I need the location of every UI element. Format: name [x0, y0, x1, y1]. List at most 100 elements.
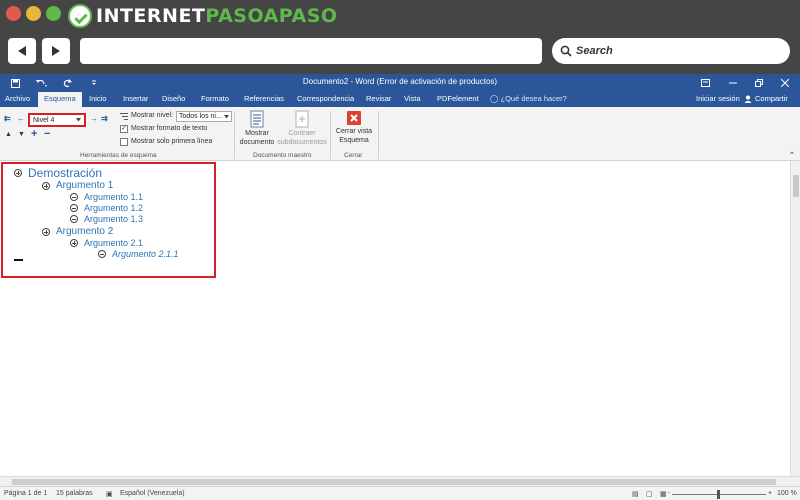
horizontal-scrollbar[interactable] [0, 476, 800, 486]
web-layout-icon[interactable]: ▦ [660, 490, 667, 498]
outline-item-text: Argumento 1.2 [84, 203, 144, 213]
vertical-scroll-thumb[interactable] [793, 175, 799, 197]
search-placeholder: Search [576, 45, 613, 57]
print-layout-icon[interactable]: ▢ [646, 490, 653, 498]
collapse-minus-icon[interactable] [70, 193, 78, 201]
restore-word-button[interactable] [750, 75, 768, 91]
ribbon-tab-bar: Archivo Esquema Inicio Insertar Diseño F… [0, 92, 800, 107]
expand-icon[interactable]: + [31, 128, 37, 140]
sign-in-link[interactable]: Iniciar sesión [696, 94, 740, 103]
minimize-window-button[interactable] [26, 6, 41, 21]
collapse-minus-icon[interactable] [70, 204, 78, 212]
collapse-icon[interactable]: − [44, 128, 50, 140]
outline-item-level3[interactable]: Argumento 1.2 [70, 203, 143, 213]
outline-level-value: Nivel 4 [33, 116, 55, 124]
browser-toolbar: INTERNETPASOAPASO Search [0, 0, 800, 78]
proofing-icon[interactable]: ▣ [106, 490, 113, 498]
close-outline-label-1: Cerrar vista [335, 128, 373, 135]
close-outline-label-2: Esquema [339, 137, 369, 144]
outline-level-select[interactable]: Nivel 4 [28, 113, 86, 127]
expand-plus-icon[interactable] [42, 227, 50, 236]
close-word-button[interactable] [776, 75, 794, 91]
outline-tools-group-label: Herramientas de esquema [80, 152, 157, 159]
search-input[interactable]: Search [552, 38, 790, 64]
maximize-window-button[interactable] [46, 6, 61, 21]
show-level-label: Mostrar nivel: [131, 112, 174, 119]
tab-revisar[interactable]: Revisar [366, 94, 391, 103]
tab-referencias[interactable]: Referencias [244, 94, 284, 103]
outline-item-text: Argumento 1.3 [84, 214, 144, 224]
tab-vista[interactable]: Vista [404, 94, 421, 103]
outline-item-level1[interactable]: Demostración [14, 166, 102, 180]
word-count[interactable]: 15 palabras [56, 490, 93, 497]
read-mode-icon[interactable]: ▤ [632, 490, 639, 498]
close-outline-view-button[interactable]: Cerrar vista Esquema [332, 110, 376, 145]
master-document-group-label: Documento maestro [253, 152, 312, 159]
zoom-out-button[interactable]: - [668, 490, 670, 497]
outline-item-text: Argumento 2.1.1 [112, 249, 179, 259]
outline-item-level2[interactable]: Argumento 2 [42, 226, 113, 237]
tab-archivo[interactable]: Archivo [5, 94, 30, 103]
move-down-icon[interactable]: ▼ [18, 131, 25, 138]
address-bar[interactable] [80, 38, 542, 64]
expand-plus-icon[interactable] [42, 181, 50, 190]
zoom-in-button[interactable]: + [768, 490, 772, 497]
tell-me-text: ¿Qué desea hacer? [500, 94, 567, 103]
show-first-line-checkbox[interactable] [120, 138, 128, 146]
empty-body-marker [14, 259, 23, 261]
promote-icon[interactable]: ← [17, 114, 25, 123]
tab-inicio[interactable]: Inicio [89, 94, 107, 103]
page-count[interactable]: Página 1 de 1 [4, 490, 47, 497]
tab-esquema[interactable]: Esquema [38, 92, 82, 107]
outline-item-level3[interactable]: Argumento 1.3 [70, 214, 143, 224]
tell-me-search[interactable]: ◯ ¿Qué desea hacer? [490, 94, 567, 103]
close-window-button[interactable] [6, 6, 21, 21]
demote-icon[interactable]: → [90, 114, 98, 123]
show-document-button[interactable]: Mostrar documento [236, 110, 278, 147]
share-button[interactable]: Compartir [744, 94, 788, 103]
tab-formato[interactable]: Formato [201, 94, 229, 103]
tab-pdfelement[interactable]: PDFelement [437, 94, 479, 103]
group-divider [234, 111, 235, 159]
move-up-icon[interactable]: ▲ [5, 131, 12, 138]
horizontal-scroll-thumb[interactable] [12, 479, 776, 485]
outline-item-level4[interactable]: Argumento 2.1.1 [98, 249, 179, 259]
show-document-label-1: Mostrar [245, 130, 269, 137]
expand-plus-icon[interactable] [14, 169, 22, 177]
collapse-minus-icon[interactable] [98, 250, 106, 258]
collapse-minus-icon[interactable] [70, 215, 78, 223]
ribbon-display-options-button[interactable] [696, 75, 714, 91]
lightbulb-icon: ◯ [490, 94, 499, 103]
tab-correspondencia[interactable]: Correspondencia [297, 94, 354, 103]
minimize-word-button[interactable] [724, 75, 742, 91]
outline-item-level2[interactable]: Argumento 1 [42, 180, 113, 191]
tab-insertar[interactable]: Insertar [123, 94, 148, 103]
forward-button[interactable] [42, 38, 70, 64]
back-button[interactable] [8, 38, 36, 64]
promote-to-heading1-icon[interactable]: ⇇ [4, 114, 11, 123]
zoom-level[interactable]: 100 % [777, 490, 797, 497]
show-text-formatting-checkbox[interactable]: ✓ [120, 125, 128, 133]
subdocument-icon [295, 110, 309, 128]
close-x-icon [347, 111, 361, 125]
ribbon-display-icon [700, 79, 710, 87]
collapse-subdocuments-label-2: subdocumentos [277, 139, 327, 146]
outline-item-level3[interactable]: Argumento 1.1 [70, 192, 143, 202]
outline-ribbon: ⇇ ← Nivel 4 → ⇉ ▲ ▼ + − Mostrar nivel: T… [0, 107, 800, 161]
chevron-down-icon [224, 114, 229, 118]
vertical-scrollbar[interactable] [790, 161, 800, 476]
language[interactable]: Español (Venezuela) [120, 490, 185, 497]
demote-to-body-icon[interactable]: ⇉ [101, 114, 108, 123]
show-level-icon [120, 113, 128, 120]
close-group-label: Cerrar [344, 152, 363, 159]
collapse-ribbon-icon[interactable]: ⌃ [789, 151, 795, 159]
collapse-subdocuments-button[interactable]: Contraer subdocumentos [276, 110, 328, 147]
outline-item-level3[interactable]: Argumento 2.1 [70, 238, 143, 248]
expand-plus-icon[interactable] [70, 239, 78, 247]
zoom-slider-thumb[interactable] [717, 490, 720, 499]
tab-diseno[interactable]: Diseño [162, 94, 185, 103]
logo-text: INTERNETPASOAPASO [96, 5, 338, 27]
show-level-select[interactable]: Todos los ni... [176, 111, 232, 122]
group-divider [378, 111, 379, 159]
site-logo: INTERNETPASOAPASO [68, 3, 338, 29]
